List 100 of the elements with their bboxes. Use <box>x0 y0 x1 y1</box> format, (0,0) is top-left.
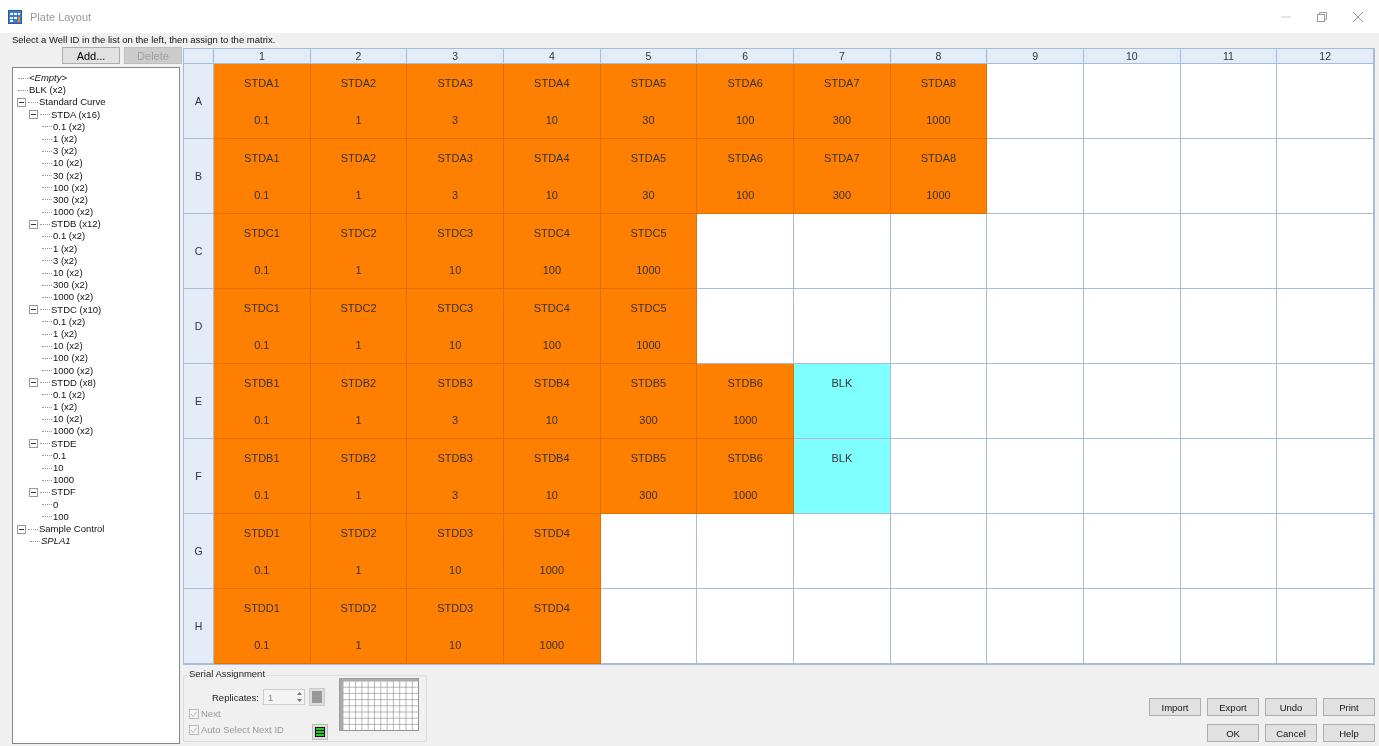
well-cell[interactable]: STDB4 10 <box>504 439 601 514</box>
plate-grid-icon[interactable] <box>339 678 419 731</box>
row-header[interactable]: F <box>184 439 214 514</box>
well-cell[interactable] <box>697 289 794 364</box>
well-cell[interactable] <box>1084 289 1181 364</box>
column-header[interactable]: 1 <box>214 49 311 64</box>
row-header[interactable]: G <box>184 514 214 589</box>
tree-item[interactable]: STDE <box>51 437 77 450</box>
well-cell[interactable]: STDB4 10 <box>504 364 601 439</box>
column-header[interactable]: 8 <box>890 49 988 64</box>
tree-item[interactable]: 1000 (x2) <box>53 206 94 219</box>
column-header[interactable]: 7 <box>794 49 891 64</box>
dialog-button[interactable]: Import <box>1149 698 1201 716</box>
tree-item[interactable]: BLK (x2) <box>29 84 66 97</box>
well-cell[interactable]: STDA4 10 <box>504 64 601 139</box>
dialog-button[interactable]: Print <box>1323 698 1375 716</box>
well-cell[interactable] <box>1277 289 1374 364</box>
well-cell[interactable] <box>890 364 988 439</box>
well-cell[interactable] <box>1180 514 1278 589</box>
well-cell[interactable] <box>890 439 988 514</box>
well-cell[interactable]: STDB5 300 <box>600 439 698 514</box>
tree-item[interactable]: Standard Curve <box>39 96 106 109</box>
tree-item[interactable]: STDD (x8) <box>51 376 96 389</box>
well-cell[interactable] <box>1180 439 1278 514</box>
well-cell[interactable]: STDC4 100 <box>504 214 601 289</box>
well-cell[interactable]: STDD4 1000 <box>504 514 601 589</box>
tree-item[interactable]: 1000 (x2) <box>53 291 94 304</box>
well-cell[interactable]: STDA8 1000 <box>890 64 988 139</box>
tree-button[interactable]: Add... <box>62 47 120 64</box>
tree-item[interactable]: 100 (x2) <box>53 181 88 194</box>
tree-item[interactable]: 10 (x2) <box>53 267 83 280</box>
well-cell[interactable]: STDB1 0.1 <box>214 439 311 514</box>
well-cell[interactable] <box>987 439 1084 514</box>
well-cell[interactable] <box>1277 589 1374 664</box>
well-cell[interactable]: STDB2 1 <box>310 364 408 439</box>
well-cell[interactable]: STDB2 1 <box>310 439 408 514</box>
well-cell[interactable]: STDD1 0.1 <box>214 589 311 664</box>
tree-item[interactable]: 10 <box>53 462 64 475</box>
well-cell[interactable] <box>890 589 988 664</box>
row-header[interactable]: D <box>184 289 214 364</box>
tree-item[interactable]: 0.1 <box>53 449 67 462</box>
collapse-icon[interactable] <box>29 487 38 497</box>
column-header[interactable]: 5 <box>600 49 698 64</box>
collapse-icon[interactable] <box>29 305 38 315</box>
well-cell[interactable]: STDA2 1 <box>310 64 408 139</box>
well-cell[interactable] <box>794 514 891 589</box>
tree-item[interactable]: 1 (x2) <box>53 242 78 255</box>
stacked-bars-icon[interactable] <box>312 724 328 740</box>
well-cell[interactable] <box>1084 589 1181 664</box>
well-cell[interactable]: STDA7 300 <box>794 139 891 214</box>
row-header[interactable]: H <box>184 589 214 664</box>
square-swatch-icon[interactable] <box>309 688 325 706</box>
well-cell[interactable] <box>1277 439 1374 514</box>
tree-item[interactable]: Sample Control <box>39 522 105 536</box>
well-cell[interactable]: STDC5 1000 <box>600 214 698 289</box>
tree-item[interactable]: 1000 <box>53 474 75 487</box>
well-cell[interactable] <box>1180 589 1278 664</box>
dialog-button[interactable]: Export <box>1207 698 1259 716</box>
well-cell[interactable]: STDA1 0.1 <box>214 64 311 139</box>
well-cell[interactable] <box>890 514 988 589</box>
well-cell[interactable] <box>987 589 1084 664</box>
well-cell[interactable] <box>600 514 698 589</box>
column-header[interactable]: 4 <box>504 49 601 64</box>
tree-item[interactable]: 0.1 (x2) <box>53 315 86 328</box>
well-cell[interactable] <box>794 214 891 289</box>
well-cell[interactable] <box>1277 364 1374 439</box>
close-icon[interactable] <box>1353 11 1363 22</box>
tree-item[interactable]: 0.1 (x2) <box>53 230 86 243</box>
well-cell[interactable]: STDA5 30 <box>600 64 698 139</box>
tree-item[interactable]: STDA (x16) <box>51 108 101 121</box>
well-cell[interactable]: STDC1 0.1 <box>214 214 311 289</box>
well-cell[interactable] <box>890 289 988 364</box>
row-header[interactable]: E <box>184 364 214 439</box>
well-cell[interactable]: BLK <box>794 364 891 439</box>
column-header[interactable]: 12 <box>1277 49 1374 64</box>
well-cell[interactable] <box>1180 364 1278 439</box>
tree-item[interactable]: 10 (x2) <box>53 340 83 353</box>
well-cell[interactable]: STDA6 100 <box>697 139 794 214</box>
well-cell[interactable] <box>1084 439 1181 514</box>
well-cell[interactable] <box>1180 214 1278 289</box>
tree-item[interactable]: 0.1 (x2) <box>53 388 86 402</box>
tree-item[interactable]: STDB (x12) <box>51 218 101 231</box>
well-cell[interactable]: STDD2 1 <box>310 514 408 589</box>
tree-item[interactable]: 10 (x2) <box>53 157 83 170</box>
well-cell[interactable] <box>1084 364 1181 439</box>
well-cell[interactable]: STDB3 3 <box>407 439 504 514</box>
well-cell[interactable]: STDD3 10 <box>407 589 504 664</box>
column-header[interactable]: 9 <box>987 49 1084 64</box>
well-cell[interactable] <box>1084 139 1181 214</box>
well-cell[interactable]: STDD4 1000 <box>504 589 601 664</box>
tree-item[interactable]: 3 (x2) <box>53 145 78 158</box>
well-cell[interactable] <box>1277 214 1374 289</box>
well-cell[interactable] <box>987 364 1084 439</box>
well-cell[interactable]: STDD2 1 <box>310 589 408 664</box>
well-cell[interactable]: STDB6 1000 <box>697 439 794 514</box>
well-cell[interactable]: STDC5 1000 <box>600 289 698 364</box>
well-cell[interactable]: STDC2 1 <box>310 289 408 364</box>
row-header[interactable]: A <box>184 64 214 139</box>
well-cell[interactable]: STDD1 0.1 <box>214 514 311 589</box>
well-cell[interactable]: STDC4 100 <box>504 289 601 364</box>
